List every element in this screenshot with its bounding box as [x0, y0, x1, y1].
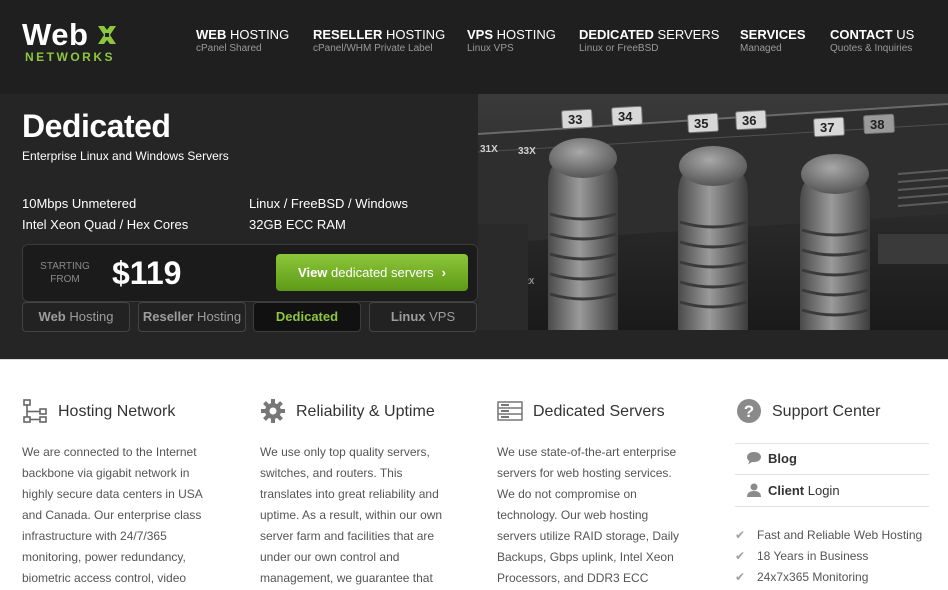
column-reliability-header: Reliability & Uptime [260, 398, 470, 426]
column-title: Dedicated Servers [533, 403, 665, 420]
feature-bandwidth: 10Mbps Unmetered [22, 196, 137, 211]
tab-linux-vps[interactable]: Linux VPS [369, 302, 477, 332]
feature-check-item: ✔ Fast and Reliable Web Hosting [735, 528, 923, 542]
nav-title: DEDICATED SERVERS [579, 27, 720, 42]
support-divider [735, 474, 929, 475]
feature-check-item: ✔ 24x7x365 Monitoring [735, 570, 869, 584]
support-client-login-link[interactable]: Client Login [746, 483, 840, 499]
network-icon [23, 399, 47, 423]
column-dedicated-servers-text: We use state-of-the-art enterprise serve… [497, 445, 680, 585]
port-label: 34 [618, 109, 633, 124]
tab-web-hosting[interactable]: Web Hosting [22, 302, 130, 332]
hero-banner: Dedicated Enterprise Linux and Windows S… [0, 94, 948, 359]
support-blog-link[interactable]: Blog [746, 451, 797, 467]
starting-from-label: STARTING FROM [40, 261, 90, 285]
port-label: 33X [518, 146, 536, 157]
hero-divider [0, 359, 948, 360]
nav-contact-us[interactable]: CONTACT US Quotes & Inquiries [830, 27, 914, 55]
logo-subtitle: NETWORKS [25, 50, 115, 64]
column-title: Hosting Network [58, 403, 176, 420]
port-label: 33 [568, 112, 582, 127]
hero-title: Dedicated [22, 108, 171, 144]
nav-reseller-hosting[interactable]: RESELLER HOSTING cPanel/WHM Private Labe… [313, 27, 445, 55]
column-dedicated-servers-header: Dedicated Servers [497, 398, 707, 426]
user-icon [747, 483, 761, 497]
price: $119 [112, 255, 182, 291]
column-title: Support Center [772, 403, 881, 420]
checkmark-icon: ✔ [735, 570, 746, 584]
site-header: Web NETWORKS WEB HOSTING cPanel Shared R… [0, 0, 948, 94]
nav-subtitle: Quotes & Inquiries [830, 43, 913, 54]
logo-word: Web [22, 17, 89, 52]
column-reliability-text: We use only top quality servers, switche… [260, 445, 443, 585]
feature-ram: 32GB ECC RAM [249, 217, 346, 232]
hero-cables-image: 33 34 35 36 37 38 31X 33X 32X [478, 94, 948, 330]
port-label: 35 [694, 116, 708, 131]
nav-title: SERVICES [740, 27, 806, 42]
chevron-right-icon: › [441, 265, 446, 280]
speech-bubble-icon [747, 452, 761, 465]
column-hosting-network-header: Hosting Network [22, 398, 222, 426]
nav-subtitle: cPanel Shared [196, 43, 262, 54]
column-title: Reliability & Uptime [296, 403, 435, 420]
nav-title: VPS HOSTING [467, 27, 556, 42]
logo-x-mark-icon [98, 26, 116, 44]
support-center-header: ? Support Center [736, 398, 936, 426]
nav-dedicated-servers[interactable]: DEDICATED SERVERS Linux or FreeBSD [579, 27, 719, 55]
checkmark-icon: ✔ [735, 549, 746, 563]
support-divider [735, 506, 929, 507]
server-rack-icon [497, 401, 523, 421]
nav-title: CONTACT US [830, 27, 915, 42]
nav-subtitle: Linux or FreeBSD [579, 43, 659, 54]
support-divider [735, 443, 929, 444]
tab-dedicated[interactable]: Dedicated [253, 302, 361, 332]
port-label: 37 [820, 120, 834, 135]
port-label: 36 [742, 113, 756, 128]
hero-subtitle: Enterprise Linux and Windows Servers [22, 149, 229, 163]
nav-title: WEB HOSTING [196, 27, 290, 42]
checkmark-icon: ✔ [735, 528, 746, 542]
nav-vps-hosting[interactable]: VPS HOSTING Linux VPS [467, 27, 556, 55]
view-dedicated-servers-button[interactable]: View dedicated servers › [276, 254, 468, 291]
nav-subtitle: Managed [740, 43, 782, 54]
port-label: 31X [480, 144, 498, 155]
nav-title: RESELLER HOSTING [313, 27, 446, 42]
nav-subtitle: cPanel/WHM Private Label [313, 43, 433, 54]
feature-cpu: Intel Xeon Quad / Hex Cores [22, 217, 189, 232]
tab-reseller-hosting[interactable]: Reseller Hosting [138, 302, 246, 332]
svg-text:?: ? [744, 402, 754, 421]
price-box: STARTING FROM $119 View dedicated server… [22, 244, 478, 302]
feature-os: Linux / FreeBSD / Windows [249, 196, 408, 211]
column-hosting-network-text: We are connected to the Internet backbon… [22, 445, 203, 585]
question-icon: ? [737, 399, 761, 423]
port-label: 38 [870, 117, 884, 132]
nav-services[interactable]: SERVICES Managed [740, 27, 806, 55]
nav-web-hosting[interactable]: WEB HOSTING cPanel Shared [196, 27, 289, 55]
nav-subtitle: Linux VPS [467, 43, 514, 54]
gear-icon [261, 399, 285, 423]
feature-check-item: ✔ 18 Years in Business [735, 549, 869, 563]
